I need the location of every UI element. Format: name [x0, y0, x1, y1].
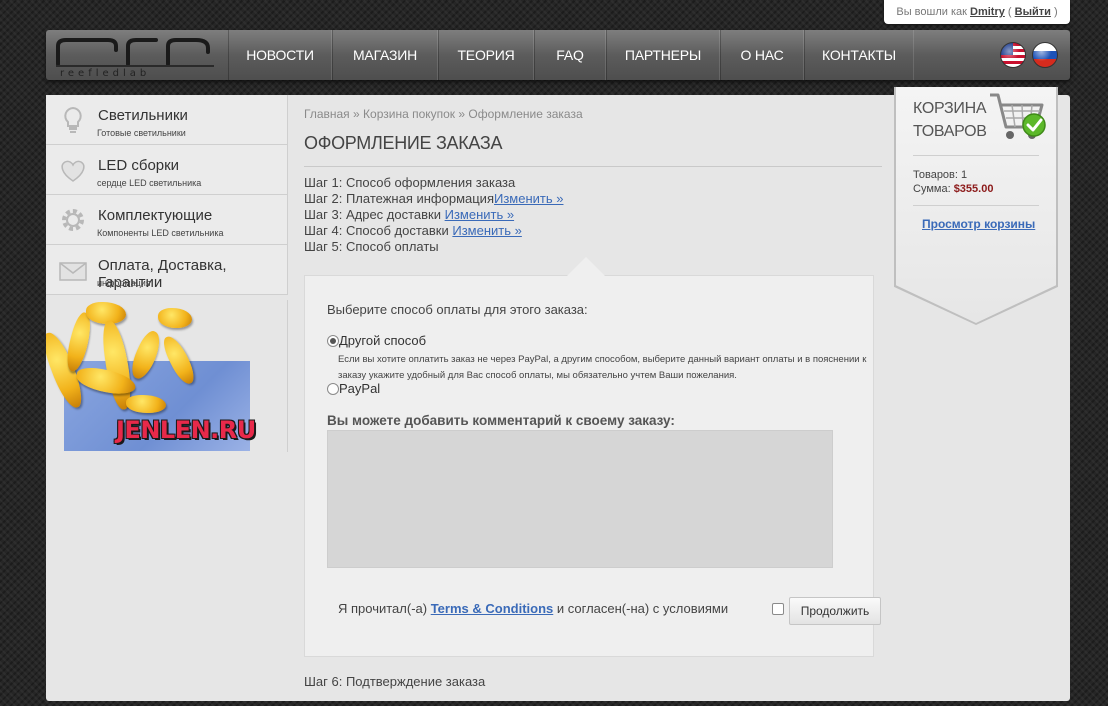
radio-other-method[interactable]	[327, 335, 339, 347]
terms-suffix: и согласен(-на) с условиями	[553, 601, 729, 616]
comment-textarea[interactable]	[327, 430, 833, 568]
nav-faq[interactable]: FAQ	[534, 30, 606, 80]
step-text: Шаг 4: Способ доставки	[304, 223, 453, 238]
step-2: Шаг 2: Платежная информацияИзменить »	[304, 191, 563, 207]
sidebar-item-delivery[interactable]: Оплата, Доставка, Гарантии информация	[46, 245, 288, 295]
nav-news[interactable]: НОВОСТИ	[228, 30, 332, 80]
main-panel: Светильники Готовые светильники LED сбор…	[46, 87, 1070, 701]
step-6: Шаг 6: Подтверждение заказа	[304, 674, 486, 689]
payment-prompt: Выберите способ оплаты для этого заказа:	[327, 302, 588, 317]
step-3: Шаг 3: Адрес доставки Изменить »	[304, 207, 563, 223]
step-5: Шаг 5: Способ оплаты	[304, 239, 563, 255]
paren-close: )	[1053, 6, 1058, 18]
logout-link[interactable]: Выйти	[1015, 6, 1051, 18]
cart-sum: Сумма: $355.00	[913, 183, 993, 195]
page-title: ОФОРМЛЕНИЕ ЗАКАЗА	[304, 133, 503, 153]
mail-icon	[58, 255, 88, 285]
step-1: Шаг 1: Способ оформления заказа	[304, 175, 563, 191]
breadcrumb-current: Оформление заказа	[468, 107, 583, 121]
edit-payment-info-link[interactable]: Изменить »	[494, 191, 563, 206]
logo-text: reefledlab	[60, 68, 150, 79]
lamp-icon	[58, 105, 88, 135]
step-text: Шаг 1: Способ оформления заказа	[304, 175, 516, 190]
top-nav: reefledlab НОВОСТИ МАГАЗИН ТЕОРИЯ FAQ ПА…	[46, 30, 1070, 80]
login-prefix: Вы вошли как	[896, 6, 967, 18]
promo-banner[interactable]: JENLEN.RU	[46, 300, 288, 452]
shopping-cart-widget: КОРЗИНА ТОВАРОВ Товаров: 1 Сумма: $355.0…	[894, 87, 1058, 325]
cart-title-line2: ТОВАРОВ	[913, 123, 987, 140]
sidebar-item-components[interactable]: Комплектующие Компоненты LED светильника	[46, 195, 288, 245]
cart-title-line1: КОРЗИНА	[913, 100, 987, 117]
nav-shop[interactable]: МАГАЗИН	[332, 30, 438, 80]
payment-method-box: Выберите способ оплаты для этого заказа:…	[304, 257, 881, 657]
radio-paypal[interactable]	[327, 383, 339, 395]
sidebar-item-subtitle: информация	[97, 278, 151, 288]
sidebar-item-led[interactable]: LED сборки сердце LED светильника	[46, 145, 288, 195]
shopping-cart-icon	[984, 87, 1048, 147]
cart-item-count: Товаров: 1	[913, 169, 968, 181]
heart-icon	[58, 155, 88, 185]
coral-shape	[126, 395, 166, 413]
sidebar-item-lamps[interactable]: Светильники Готовые светильники	[46, 95, 288, 145]
step-4: Шаг 4: Способ доставки Изменить »	[304, 223, 563, 239]
terms-agreement: Я прочитал(-а) Terms & Conditions и согл…	[338, 601, 728, 616]
login-box: Вы вошли как Dmitry ( Выйти )	[884, 0, 1070, 24]
comment-label: Вы можете добавить комментарий к своему …	[327, 413, 675, 428]
sidebar: Светильники Готовые светильники LED сбор…	[46, 95, 288, 452]
sidebar-item-title: Комплектующие	[98, 207, 213, 224]
sidebar-item-subtitle: Компоненты LED светильника	[97, 228, 224, 238]
option-other-description: Если вы хотите оплатить заказ не через P…	[338, 354, 867, 381]
step-text: Шаг 5: Способ оплаты	[304, 239, 439, 254]
option-paypal-label[interactable]: PayPal	[339, 381, 380, 396]
title-divider	[304, 166, 882, 167]
site-logo[interactable]: reefledlab	[46, 30, 226, 80]
checkout-steps: Шаг 1: Способ оформления заказа Шаг 2: П…	[304, 175, 563, 255]
gear-icon	[58, 205, 88, 235]
edit-address-link[interactable]: Изменить »	[445, 207, 514, 222]
username-link[interactable]: Dmitry	[970, 6, 1005, 18]
breadcrumb-separator: »	[455, 107, 469, 121]
terms-prefix: Я прочитал(-а)	[338, 601, 431, 616]
cart-sum-label: Сумма:	[913, 183, 954, 195]
nav-partners[interactable]: ПАРТНЕРЫ	[606, 30, 720, 80]
nav-theory[interactable]: ТЕОРИЯ	[438, 30, 534, 80]
cart-divider	[913, 155, 1039, 156]
paren-open: (	[1007, 6, 1012, 18]
cart-title: КОРЗИНА ТОВАРОВ	[913, 97, 993, 143]
sidebar-item-subtitle: сердце LED светильника	[97, 178, 202, 188]
language-flags	[1000, 42, 1058, 68]
breadcrumb-separator: »	[349, 107, 364, 121]
edit-shipping-link[interactable]: Изменить »	[452, 223, 521, 238]
nav-menu: НОВОСТИ МАГАЗИН ТЕОРИЯ FAQ ПАРТНЕРЫ О НА…	[228, 30, 914, 80]
us-flag-icon[interactable]	[1000, 42, 1026, 68]
ru-flag-icon[interactable]	[1032, 42, 1058, 68]
nav-contacts[interactable]: КОНТАКТЫ	[804, 30, 914, 80]
box-pointer	[567, 257, 605, 276]
cart-sum-value: $355.00	[953, 183, 994, 195]
terms-link[interactable]: Terms & Conditions	[431, 601, 554, 616]
step-text: Шаг 2: Платежная информация	[304, 191, 494, 206]
sidebar-item-title: Светильники	[98, 107, 188, 124]
sidebar-item-subtitle: Готовые светильники	[97, 128, 186, 138]
breadcrumb-cart[interactable]: Корзина покупок	[363, 107, 455, 121]
breadcrumb: Главная » Корзина покупок » Оформление з…	[304, 107, 583, 121]
sidebar-item-title: LED сборки	[98, 157, 180, 174]
terms-checkbox[interactable]	[772, 603, 784, 615]
view-cart-link[interactable]: Просмотр корзины	[922, 217, 1035, 231]
option-other-label[interactable]: Другой способ	[339, 333, 426, 348]
breadcrumb-home[interactable]: Главная	[304, 107, 350, 121]
promo-text: JENLEN.RU	[116, 416, 256, 444]
cart-divider	[913, 205, 1039, 206]
step-text: Шаг 3: Адрес доставки	[304, 207, 445, 222]
coral-shape	[158, 308, 192, 328]
nav-about[interactable]: О НАС	[720, 30, 804, 80]
continue-button[interactable]: Продолжить	[789, 597, 881, 625]
